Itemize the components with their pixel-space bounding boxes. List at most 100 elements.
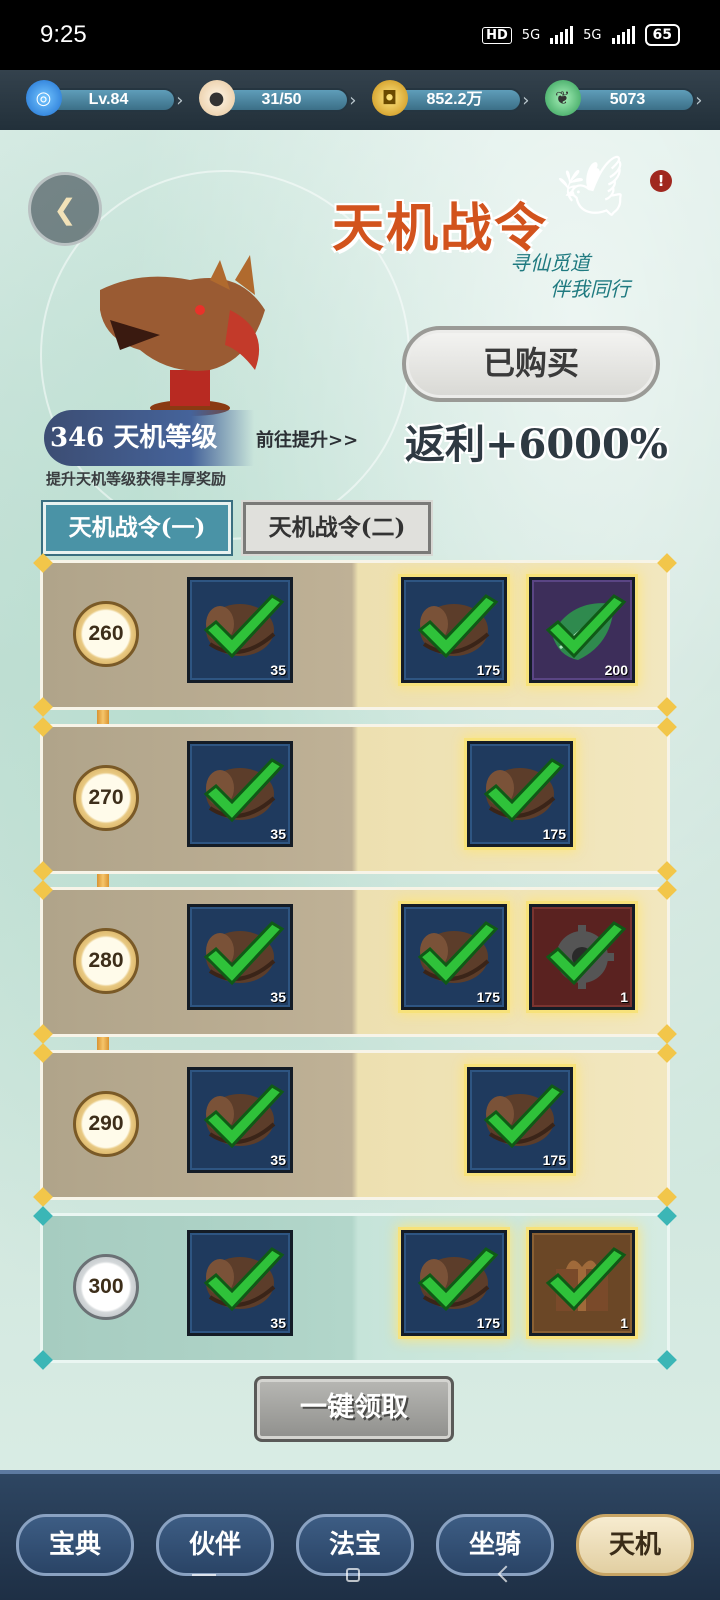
row-level-badge: 280 [73,928,139,994]
subtitle-line-2: 伴我同行 [550,277,630,301]
upgrade-hint: 提升天机等级获得丰厚奖励 [46,470,227,488]
chevron-right-icon: › [695,90,703,111]
row-corner-ornament [657,880,677,900]
row-corner-ornament [657,697,677,717]
signal-label-2: 5G [583,27,602,43]
rebate-label: 返利+6000% [405,421,668,468]
stamina-resource[interactable]: 31/50 ● › [198,80,357,116]
paid-reward-item[interactable]: 175 [467,1067,573,1173]
item-quantity: 175 [542,826,566,842]
hd-voice-icon: HD [482,26,512,44]
battle-pass-panel: ❮ 🕊 天机战令 寻仙觅道 伴我同行 ! 已购买 返利+6000% 346 天机… [0,130,720,1480]
row-corner-ornament [657,1350,677,1370]
item-quantity: 1 [620,1315,628,1331]
signal-icon-2 [611,26,635,44]
row-corner-ornament [657,1187,677,1207]
claimed-check-icon [417,1247,499,1312]
purchased-button[interactable]: 已购买 [402,326,660,402]
paid-reward-item[interactable]: 175 [401,577,507,683]
coin-icon: ◘ [371,80,408,116]
row-corner-ornament [33,880,53,900]
reward-row: 290 35 175 [33,1043,677,1207]
claimed-check-icon [417,921,499,986]
row-level-badge: 260 [73,601,139,667]
reward-row: 270 35 175 [33,717,677,881]
reward-row: 280 35 175 1 [33,880,677,1044]
free-reward-item[interactable]: 35 [187,1067,293,1173]
dragon-head-icon [100,255,265,416]
claimed-check-icon [203,1247,285,1312]
level-value: Lv.84 [41,88,176,112]
goto-upgrade-link[interactable]: 前往提升>> [256,426,358,452]
paid-reward-item[interactable]: 200 [529,577,635,683]
row-corner-ornament [657,1024,677,1044]
subtitle-line-1: 寻仙觅道 [510,251,590,275]
jade-resource[interactable]: 5073 ❦ › [544,80,703,116]
claimed-check-icon [483,1084,565,1149]
level-swirl-icon: ◎ [25,80,62,116]
row-corner-ornament [657,553,677,573]
home-icon[interactable] [346,1568,360,1582]
crane-icon: 🕊 [552,150,639,233]
paid-reward-item[interactable]: 1 [529,1230,635,1336]
level-resource[interactable]: Lv.84 ◎ › [25,80,184,116]
row-corner-ornament [33,1350,53,1370]
signal-icon [550,26,574,44]
back-arrow-icon: ❮ [53,192,77,226]
jade-value: 5073 [560,88,695,112]
free-reward-item[interactable]: 35 [187,904,293,1010]
paid-reward-item[interactable]: 175 [401,904,507,1010]
menu-icon[interactable] [192,1574,216,1576]
tab-pass-2[interactable]: 天机战令(二) [243,502,431,554]
back-nav-icon[interactable] [497,1565,515,1583]
free-reward-item[interactable]: 35 [187,741,293,847]
row-corner-ornament [33,1024,53,1044]
paid-reward-item[interactable]: 175 [467,741,573,847]
status-icons: HD 5G 5G 65 [482,24,680,46]
row-corner-ornament [33,1043,53,1063]
stamina-value: 31/50 [214,88,349,112]
paid-reward-item[interactable]: 175 [401,1230,507,1336]
item-quantity: 200 [604,662,628,678]
free-reward-item[interactable]: 35 [187,1230,293,1336]
item-quantity: 1 [620,989,628,1005]
claimed-check-icon [203,594,285,659]
row-corner-ornament [33,697,53,717]
row-corner-ornament [657,1043,677,1063]
claimed-check-icon [203,1084,285,1149]
item-quantity: 35 [270,1152,286,1168]
coin-resource[interactable]: 852.2万 ◘ › [371,80,530,116]
row-corner-ornament [33,553,53,573]
claim-all-button[interactable]: 一键领取 [254,1376,454,1442]
chevron-right-icon: › [349,90,357,111]
item-quantity: 175 [476,989,500,1005]
claimed-check-icon [545,594,627,659]
row-corner-ornament [33,1206,53,1226]
paid-reward-item[interactable]: 1 [529,904,635,1010]
signal-label-1: 5G [521,27,541,43]
chevron-right-icon: › [522,90,530,111]
free-reward-item[interactable]: 35 [187,577,293,683]
claimed-check-icon [203,921,285,986]
claimed-check-icon [545,1247,627,1312]
item-quantity: 35 [270,1315,286,1331]
row-corner-ornament [657,1206,677,1226]
jade-leaf-icon: ❦ [544,80,581,116]
item-quantity: 35 [270,989,286,1005]
tab-pass-1[interactable]: 天机战令(一) [43,502,231,554]
info-icon[interactable]: ! [650,170,672,192]
row-level-badge: 270 [73,765,139,831]
row-corner-ornament [33,717,53,737]
claimed-check-icon [483,758,565,823]
coin-value: 852.2万 [387,88,522,112]
subtitle: 寻仙觅道 伴我同行 [510,250,630,302]
steamed-bun-icon: ● [198,80,235,116]
item-quantity: 175 [476,662,500,678]
system-nav-bar [0,1562,720,1600]
row-corner-ornament [657,717,677,737]
row-level-badge: 290 [73,1091,139,1157]
clock: 9:25 [40,21,87,48]
back-button[interactable]: ❮ [28,172,102,246]
resource-bar: Lv.84 ◎ › 31/50 ● › 852.2万 ◘ › 5073 ❦ › [0,70,720,130]
chevron-right-icon: › [176,90,184,111]
